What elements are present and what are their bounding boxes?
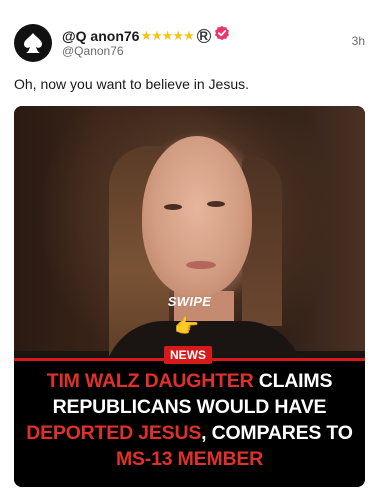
swipe-label: SWIPE: [167, 294, 212, 309]
star-badges: ★★★★★: [140, 27, 194, 43]
author-name-row: @Q anon76 ★★★★★ R: [62, 25, 230, 46]
display-name[interactable]: @Q anon76: [62, 28, 139, 44]
post-image[interactable]: SWIPE 👉 NEWS TIM WALZ DAUGHTER CLAIMS RE…: [14, 106, 365, 487]
headline-part-3: DEPORTED JESUS: [26, 422, 202, 444]
author-handle[interactable]: @Qanon76: [62, 44, 124, 58]
registered-mark: R: [196, 28, 211, 43]
verified-check-icon: [214, 25, 230, 46]
headline-part-4: , COMPARES TO: [201, 422, 353, 444]
avatar[interactable]: [14, 24, 52, 62]
headline-part-5: MS-13 MEMBER: [115, 448, 264, 470]
photo-eye-left: [164, 204, 182, 210]
post-text: Oh, now you want to believe in Jesus.: [14, 76, 250, 92]
news-badge: NEWS: [164, 346, 212, 364]
photo-face: [142, 136, 252, 296]
post-timestamp[interactable]: 3h: [352, 34, 365, 48]
photo-lips: [186, 261, 216, 269]
headline-text: TIM WALZ DAUGHTER CLAIMS REPUBLICANS WOU…: [14, 368, 365, 472]
photo-eye-right: [207, 201, 225, 207]
social-post: @Q anon76 ★★★★★ R @Qanon76 3h Oh, now yo…: [0, 0, 379, 500]
pointing-hand-icon: 👉: [174, 316, 199, 338]
headline-part-1: TIM WALZ DAUGHTER: [46, 370, 254, 392]
spade-avatar-icon: [24, 33, 42, 53]
